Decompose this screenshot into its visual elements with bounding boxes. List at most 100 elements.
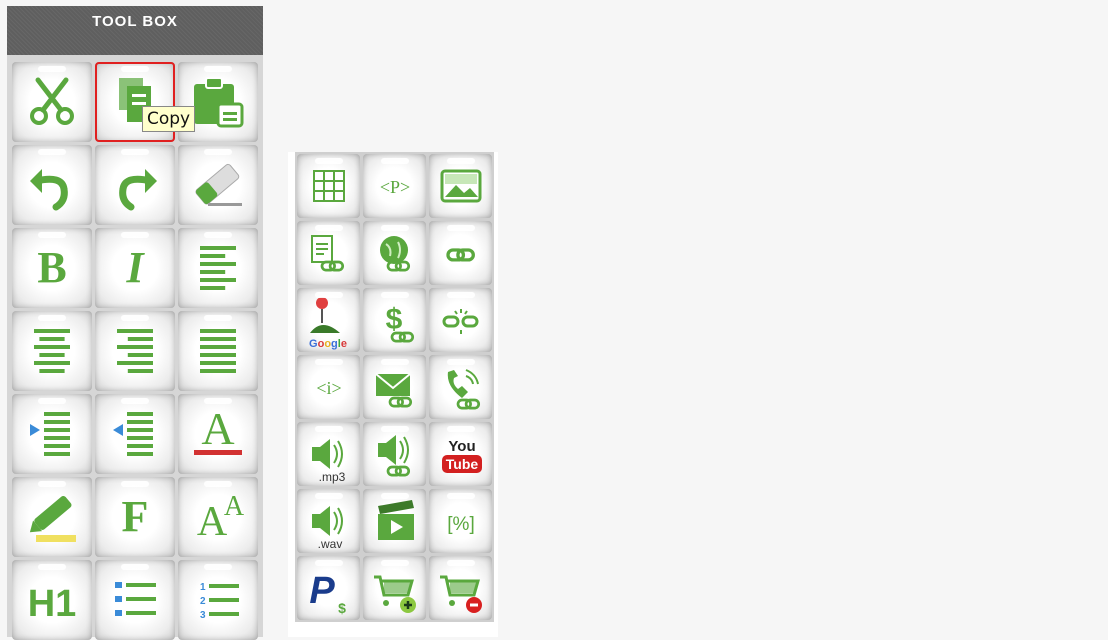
svg-text:I: I — [125, 243, 145, 292]
insert-info-button[interactable]: <i> — [297, 355, 360, 419]
table-icon — [298, 155, 360, 217]
svg-text:2: 2 — [200, 596, 206, 607]
align-justify-icon — [178, 311, 258, 391]
cut-button[interactable] — [12, 62, 92, 142]
heading-icon: H1 — [12, 560, 92, 640]
outdent-icon — [95, 394, 175, 474]
toolbox-title: TOOL BOX — [7, 6, 263, 55]
undo-button[interactable] — [12, 145, 92, 225]
align-center-button[interactable] — [12, 311, 92, 391]
indent-icon — [12, 394, 92, 474]
eraser-icon — [178, 145, 258, 225]
bold-button[interactable]: B — [12, 228, 92, 308]
svg-text:1: 1 — [200, 582, 206, 593]
paypal-icon: P $ — [298, 557, 360, 619]
svg-text:.mp3: .mp3 — [318, 470, 345, 484]
remove-from-cart-icon — [430, 557, 492, 619]
toolbox-grid: B I A F A A H1 1 2 3 — [12, 62, 258, 640]
heading-button[interactable]: H1 — [12, 560, 92, 640]
mp3-audio-button[interactable]: .mp3 — [297, 422, 360, 486]
highlight-button[interactable] — [12, 477, 92, 557]
align-center-icon — [12, 311, 92, 391]
svg-text:H1: H1 — [28, 583, 77, 625]
remove-from-cart-button[interactable] — [429, 556, 492, 620]
link-icon — [430, 222, 492, 284]
email-link-icon — [364, 356, 426, 418]
video-button[interactable] — [363, 489, 426, 553]
video-icon — [364, 490, 426, 552]
font-family-icon: F — [95, 477, 175, 557]
svg-text:$: $ — [385, 303, 402, 336]
align-right-button[interactable] — [95, 311, 175, 391]
insert-table-button[interactable] — [297, 154, 360, 218]
align-left-button[interactable] — [178, 228, 258, 308]
phone-link-icon — [430, 356, 492, 418]
undo-icon — [12, 145, 92, 225]
link-button[interactable] — [429, 221, 492, 285]
align-right-icon — [95, 311, 175, 391]
insert-panel: <P> Google $ <i> .mp3 You Tube .wav [%] P $ — [288, 152, 498, 637]
web-link-icon — [364, 222, 426, 284]
youtube-button[interactable]: You Tube — [429, 422, 492, 486]
add-to-cart-button[interactable] — [363, 556, 426, 620]
google-map-button[interactable]: Google — [297, 288, 360, 352]
info-icon: <i> — [298, 356, 360, 418]
svg-text:Tube: Tube — [445, 456, 478, 472]
redo-button[interactable] — [95, 145, 175, 225]
svg-text:A: A — [201, 403, 234, 454]
svg-text:F: F — [122, 492, 149, 541]
mp3-audio-icon: .mp3 — [298, 423, 360, 485]
copy-tooltip: Copy — [142, 106, 196, 132]
eraser-button[interactable] — [178, 145, 258, 225]
scissors-icon — [12, 62, 92, 142]
wav-audio-icon: .wav — [298, 490, 360, 552]
payment-link-button[interactable]: $ — [363, 288, 426, 352]
italic-icon: I — [95, 228, 175, 308]
audio-link-icon — [364, 423, 426, 485]
highlighter-icon — [12, 477, 92, 557]
document-link-button[interactable] — [297, 221, 360, 285]
insert-image-button[interactable] — [429, 154, 492, 218]
wav-audio-button[interactable]: .wav — [297, 489, 360, 553]
document-link-icon — [298, 222, 360, 284]
add-to-cart-icon — [364, 557, 426, 619]
google-map-icon: Google — [298, 289, 360, 351]
font-size-button[interactable]: AA — [178, 477, 258, 557]
font-family-button[interactable]: F — [95, 477, 175, 557]
bold-icon: B — [12, 228, 92, 308]
numbered-list-button[interactable]: 1 2 3 — [178, 560, 258, 640]
font-color-icon: A — [178, 394, 258, 474]
svg-text:P: P — [309, 570, 335, 612]
numbered-list-icon: 1 2 3 — [178, 560, 258, 640]
percent-icon: [%] — [430, 490, 492, 552]
youtube-icon: You Tube — [430, 423, 492, 485]
italic-button[interactable]: I — [95, 228, 175, 308]
audio-link-button[interactable] — [363, 422, 426, 486]
svg-text:<P>: <P> — [379, 177, 409, 197]
bulleted-list-button[interactable] — [95, 560, 175, 640]
font-color-button[interactable]: A — [178, 394, 258, 474]
web-link-button[interactable] — [363, 221, 426, 285]
outdent-button[interactable] — [95, 394, 175, 474]
image-icon — [430, 155, 492, 217]
svg-text:Google: Google — [309, 338, 347, 350]
align-justify-button[interactable] — [178, 311, 258, 391]
insert-grid: <P> Google $ <i> .mp3 You Tube .wav [%] P $ — [295, 152, 494, 622]
svg-text:<i>: <i> — [316, 378, 341, 398]
unlink-icon — [430, 289, 492, 351]
unlink-button[interactable] — [429, 288, 492, 352]
redo-icon — [95, 145, 175, 225]
email-link-button[interactable] — [363, 355, 426, 419]
bulleted-list-icon — [95, 560, 175, 640]
indent-button[interactable] — [12, 394, 92, 474]
toolbox: TOOL BOX B I A F A A H1 1 2 3 Copy — [7, 6, 263, 640]
insert-paragraph-button[interactable]: <P> — [363, 154, 426, 218]
font-size-icon: AA — [178, 477, 258, 557]
align-left-icon — [178, 228, 258, 308]
percent-button[interactable]: [%] — [429, 489, 492, 553]
paypal-button[interactable]: P $ — [297, 556, 360, 620]
svg-text:B: B — [37, 243, 66, 292]
phone-link-button[interactable] — [429, 355, 492, 419]
svg-text:$: $ — [338, 600, 346, 616]
svg-text:[%]: [%] — [447, 514, 474, 535]
